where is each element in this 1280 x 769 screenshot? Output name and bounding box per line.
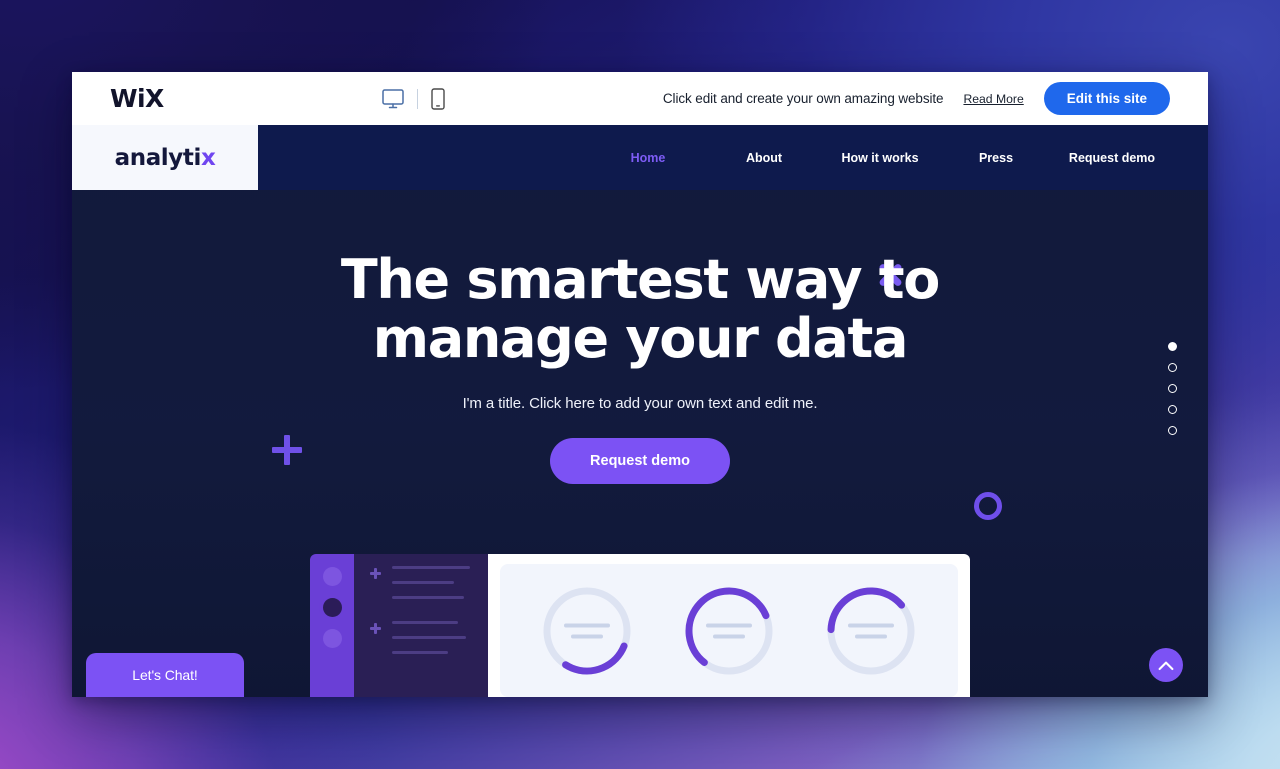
rail-dot <box>323 598 342 617</box>
editor-promo-group: Click edit and create your own amazing w… <box>662 82 1171 115</box>
donut-line <box>855 634 887 638</box>
sidebar-line <box>392 621 458 624</box>
chat-widget-button[interactable]: Let's Chat! <box>86 653 244 697</box>
mobile-phone-icon[interactable] <box>431 87 445 110</box>
nav-item-home[interactable]: Home <box>590 145 706 171</box>
site-preview-window: WiX Click edit and create your own amazi… <box>72 72 1208 697</box>
nav-item-press[interactable]: Press <box>938 145 1054 171</box>
plus-icon <box>370 568 381 579</box>
donut-chart-1 <box>539 583 635 679</box>
read-more-link[interactable]: Read More <box>963 92 1023 106</box>
main-navigation: Home About How it works Press Request de… <box>258 125 1208 190</box>
donut-line <box>706 623 752 627</box>
hero-title: The smartest way to manage your data <box>340 248 941 371</box>
scroll-to-top-button[interactable] <box>1149 648 1183 682</box>
device-view-toggle <box>382 87 445 110</box>
sidebar-group <box>370 621 488 654</box>
wix-logo[interactable]: WiX <box>110 86 164 111</box>
sidebar-line <box>392 581 454 584</box>
donut-label-lines <box>848 623 894 638</box>
brand-name: analyti <box>114 144 202 171</box>
sidebar-line <box>392 566 470 569</box>
slider-dot-2[interactable] <box>1168 363 1177 372</box>
slider-dot-4[interactable] <box>1168 405 1177 414</box>
rail-dot <box>323 629 342 648</box>
slider-dot-5[interactable] <box>1168 426 1177 435</box>
desktop-background: WiX Click edit and create your own amazi… <box>0 0 1280 769</box>
sidebar-line <box>392 636 466 639</box>
rail-dot <box>323 567 342 586</box>
donut-chart-3 <box>823 583 919 679</box>
nav-item-request-demo[interactable]: Request demo <box>1054 145 1170 171</box>
plus-icon <box>370 623 381 634</box>
donut-line <box>848 623 894 627</box>
wix-editor-toolbar: WiX Click edit and create your own amazi… <box>72 72 1208 125</box>
brand-logo-box[interactable]: analytix <box>72 125 258 190</box>
hero-section: The smartest way to manage your data I'm… <box>72 190 1208 697</box>
dashboard-sidebar <box>354 554 488 697</box>
donut-line <box>564 623 610 627</box>
sidebar-line <box>392 651 448 654</box>
hero-slider-dots <box>1168 342 1177 435</box>
dashboard-rail <box>310 554 354 697</box>
sidebar-group <box>370 566 488 599</box>
editor-promo-text: Click edit and create your own amazing w… <box>662 91 944 106</box>
slider-dot-3[interactable] <box>1168 384 1177 393</box>
donut-label-lines <box>564 623 610 638</box>
dashboard-charts-row <box>500 564 958 697</box>
hero-subtitle: I'm a title. Click here to add your own … <box>462 394 818 412</box>
dashboard-panel <box>488 554 970 697</box>
sidebar-line <box>392 596 464 599</box>
desktop-monitor-icon[interactable] <box>382 88 404 109</box>
sidebar-lines <box>392 566 488 599</box>
dashboard-mock-graphic <box>310 554 970 697</box>
donut-chart-2 <box>681 583 777 679</box>
donut-label-lines <box>706 623 752 638</box>
toolbar-divider <box>416 88 418 109</box>
sidebar-lines <box>392 621 488 654</box>
edit-this-site-button[interactable]: Edit this site <box>1043 82 1171 115</box>
chevron-up-icon <box>1158 661 1174 670</box>
donut-line <box>713 634 745 638</box>
brand-accent-letter: x <box>200 144 216 171</box>
slider-dot-1[interactable] <box>1168 342 1177 351</box>
brand-logo-text: analytix <box>115 145 216 171</box>
nav-item-how-it-works[interactable]: How it works <box>822 145 938 171</box>
nav-item-about[interactable]: About <box>706 145 822 171</box>
hero-request-demo-button[interactable]: Request demo <box>550 437 730 484</box>
donut-line <box>571 634 603 638</box>
chat-widget-label: Let's Chat! <box>132 667 198 683</box>
site-header: analytix Home About How it works Press R… <box>72 125 1208 190</box>
